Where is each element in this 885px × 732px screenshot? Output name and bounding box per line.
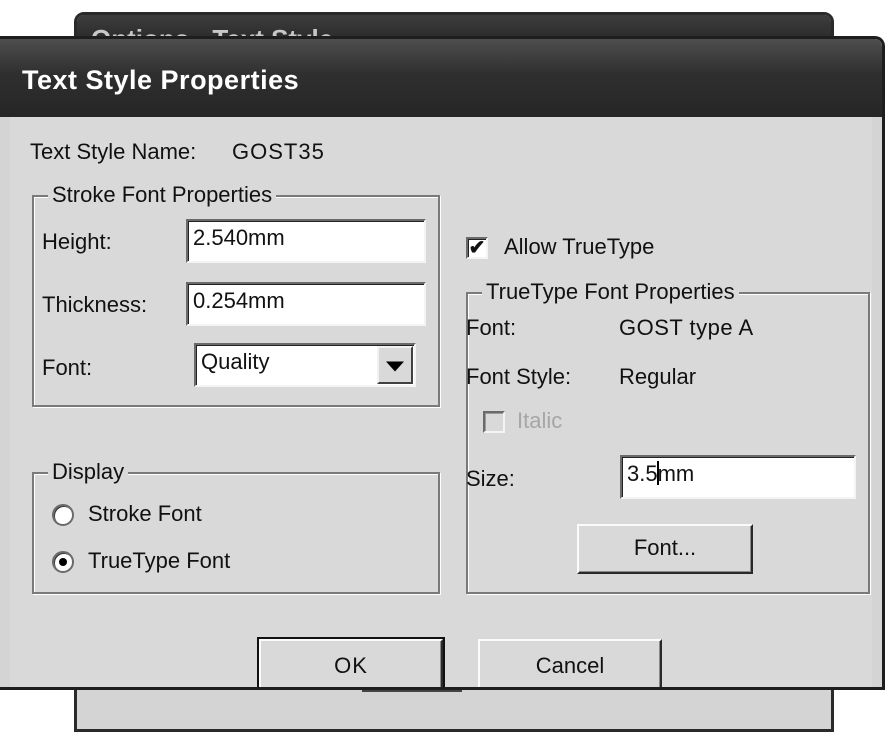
thickness-label: Thickness: xyxy=(42,292,148,317)
cancel-button[interactable]: Cancel xyxy=(478,639,662,687)
stroke-font-select-value: Quality xyxy=(201,349,270,374)
stroke-font-select[interactable]: Quality xyxy=(194,343,416,387)
stroke-font-properties-legend: Stroke Font Properties xyxy=(48,182,277,208)
radio-selected-dot xyxy=(59,558,67,566)
ok-button[interactable]: OK xyxy=(257,637,445,687)
italic-checkbox[interactable] xyxy=(483,411,505,433)
chevron-down-icon xyxy=(386,361,404,372)
truetype-font-radio[interactable] xyxy=(52,551,74,573)
font-button[interactable]: Font... xyxy=(577,524,753,574)
display-legend: Display xyxy=(48,459,129,485)
stroke-font-radio[interactable] xyxy=(52,504,74,526)
size-value-end: mm xyxy=(657,461,695,486)
truetype-font-properties-legend: TrueType Font Properties xyxy=(482,279,739,305)
dialog-titlebar[interactable]: Text Style Properties xyxy=(0,39,882,117)
stroke-font-dropdown-button[interactable] xyxy=(377,346,413,384)
italic-label: Italic xyxy=(517,408,563,433)
stroke-font-radio-label[interactable]: Stroke Font xyxy=(88,501,202,527)
text-style-name-value: GOST35 xyxy=(232,139,325,164)
size-input[interactable]: 3.5mm xyxy=(620,455,856,499)
truetype-font-radio-label[interactable]: TrueType Font xyxy=(88,548,230,574)
text-style-properties-dialog: Text Style Properties Text Style Name: G… xyxy=(0,36,885,690)
display-group: Display xyxy=(32,459,440,594)
truetype-font-value: GOST type A xyxy=(619,315,754,340)
thickness-input[interactable]: 0.254mm xyxy=(186,282,426,326)
height-input[interactable]: 2.540mm xyxy=(186,219,426,263)
allow-truetype-checkbox[interactable]: ✔ xyxy=(466,237,488,259)
allow-truetype-label[interactable]: Allow TrueType xyxy=(504,234,654,260)
font-style-label: Font Style: xyxy=(466,364,572,389)
height-label: Height: xyxy=(42,229,112,254)
size-value-start: 3.5 xyxy=(627,461,658,486)
checkmark-icon: ✔ xyxy=(468,237,486,259)
truetype-font-label: Font: xyxy=(466,315,517,340)
font-style-value: Regular xyxy=(619,364,697,389)
text-style-name-label: Text Style Name: xyxy=(30,139,197,164)
dialog-title: Text Style Properties xyxy=(22,65,300,95)
stroke-font-label: Font: xyxy=(42,355,93,380)
dialog-client-area: Text Style Name: GOST35 Stroke Font Prop… xyxy=(10,117,872,687)
size-label: Size: xyxy=(466,466,515,491)
